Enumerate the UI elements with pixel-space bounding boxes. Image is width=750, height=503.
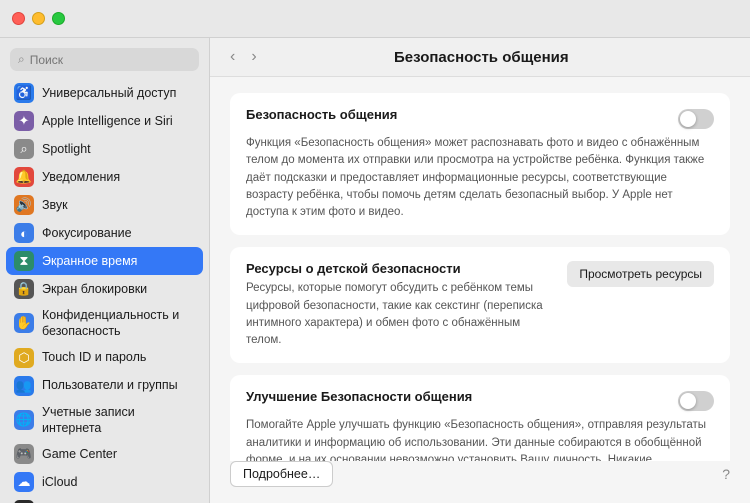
users-icon: 👥	[14, 376, 34, 396]
lock-screen-label: Экран блокировки	[42, 281, 147, 297]
sidebar-item-sound[interactable]: 🔊 Звук	[6, 191, 203, 219]
sidebar-item-internet-accounts[interactable]: 🌐 Учетные записи интернета	[6, 400, 203, 441]
privacy-label: Конфиденциальность и безопасность	[42, 307, 195, 340]
sidebar-item-notifications[interactable]: 🔔 Уведомления	[6, 163, 203, 191]
child-safety-resources-title: Ресурсы о детской безопасности	[246, 261, 555, 276]
search-icon: ⌕	[18, 52, 25, 67]
sidebar-item-privacy[interactable]: ✋ Конфиденциальность и безопасность	[6, 303, 203, 344]
minimize-button[interactable]	[32, 12, 45, 25]
search-input[interactable]	[30, 53, 191, 67]
apple-intelligence-icon: ✦	[14, 111, 34, 131]
lock-screen-icon: 🔒	[14, 279, 34, 299]
improve-communication-safety-title: Улучшение Безопасности общения	[246, 389, 472, 404]
sidebar-list: ♿ Универсальный доступ ✦ Apple Intelligence…	[0, 79, 209, 503]
help-icon[interactable]: ?	[722, 466, 730, 482]
privacy-icon: ✋	[14, 313, 34, 333]
sidebar-item-users[interactable]: 👥 Пользователи и группы	[6, 372, 203, 400]
game-center-label: Game Center	[42, 446, 117, 462]
child-safety-resources-button[interactable]: Просмотреть ресурсы	[567, 261, 714, 287]
improve-communication-safety-header: Улучшение Безопасности общения	[246, 389, 714, 411]
icloud-icon: ☁	[14, 472, 34, 492]
notifications-label: Уведомления	[42, 169, 120, 185]
universal-access-icon: ♿	[14, 83, 34, 103]
sidebar-item-universal-access[interactable]: ♿ Универсальный доступ	[6, 79, 203, 107]
notifications-icon: 🔔	[14, 167, 34, 187]
universal-access-label: Универсальный доступ	[42, 85, 176, 101]
spotlight-label: Spotlight	[42, 141, 91, 157]
internet-accounts-label: Учетные записи интернета	[42, 404, 195, 437]
back-button[interactable]: ‹	[226, 46, 239, 68]
sidebar-item-icloud[interactable]: ☁ iCloud	[6, 468, 203, 496]
card-communication-safety: Безопасность общения Функция «Безопасност…	[230, 93, 730, 235]
forward-button[interactable]: ›	[247, 46, 260, 68]
sidebar-item-wallet[interactable]: 💳Wallet и Apple Pay	[6, 496, 203, 503]
titlebar	[0, 0, 750, 38]
touch-id-icon: ⬡	[14, 348, 34, 368]
sidebar-item-apple-intelligence[interactable]: ✦ Apple Intelligence и Siri	[6, 107, 203, 135]
game-center-icon: 🎮	[14, 444, 34, 464]
improve-communication-safety-body: Помогайте Apple улучшать функцию «Безопа…	[246, 417, 714, 461]
sidebar-item-spotlight[interactable]: ⌕ Spotlight	[6, 135, 203, 163]
card-improve-communication-safety: Улучшение Безопасности общения Помогайте …	[230, 375, 730, 461]
screen-time-label: Экранное время	[42, 253, 137, 269]
screen-time-icon: ⧗	[14, 251, 34, 271]
sidebar-item-touch-id[interactable]: ⬡ Touch ID и пароль	[6, 344, 203, 372]
sidebar-item-lock-screen[interactable]: 🔒 Экран блокировки	[6, 275, 203, 303]
child-safety-resources-text-area: Ресурсы о детской безопасности Ресурсы, к…	[246, 261, 555, 349]
traffic-lights	[12, 12, 65, 25]
touch-id-label: Touch ID и пароль	[42, 349, 146, 365]
page-title: Безопасность общения	[269, 49, 694, 66]
communication-safety-title: Безопасность общения	[246, 107, 397, 122]
sidebar-item-game-center[interactable]: 🎮 Game Center	[6, 440, 203, 468]
main-layout: ⌕ ♿ Универсальный доступ ✦ Apple Intelligen…	[0, 38, 750, 503]
apple-intelligence-label: Apple Intelligence и Siri	[42, 113, 173, 129]
sound-label: Звук	[42, 197, 68, 213]
sidebar-item-screen-time[interactable]: ⧗ Экранное время	[6, 247, 203, 275]
users-label: Пользователи и группы	[42, 377, 178, 393]
maximize-button[interactable]	[52, 12, 65, 25]
close-button[interactable]	[12, 12, 25, 25]
communication-safety-header: Безопасность общения	[246, 107, 714, 129]
spotlight-icon: ⌕	[14, 139, 34, 159]
content-area: ‹ › Безопасность общения Безопасность об…	[210, 38, 750, 503]
communication-safety-toggle[interactable]	[678, 109, 714, 129]
focus-label: Фокусирование	[42, 225, 132, 241]
sound-icon: 🔊	[14, 195, 34, 215]
search-bar[interactable]: ⌕	[10, 48, 199, 71]
internet-accounts-icon: 🌐	[14, 410, 34, 430]
card-child-safety-resources: Ресурсы о детской безопасности Ресурсы, к…	[230, 247, 730, 363]
focus-icon: ◐	[14, 223, 34, 243]
icloud-label: iCloud	[42, 474, 77, 490]
content-body: Безопасность общения Функция «Безопасност…	[210, 77, 750, 461]
bottom-actions: Подробнее… ?	[210, 461, 750, 503]
details-button[interactable]: Подробнее…	[230, 461, 333, 487]
improve-communication-safety-toggle[interactable]	[678, 391, 714, 411]
child-safety-resources-body: Ресурсы, которые помогут обсудить с ребё…	[246, 280, 555, 349]
content-header: ‹ › Безопасность общения	[210, 38, 750, 77]
sidebar: ⌕ ♿ Универсальный доступ ✦ Apple Intelligen…	[0, 38, 210, 503]
sidebar-item-focus[interactable]: ◐ Фокусирование	[6, 219, 203, 247]
communication-safety-body: Функция «Безопасность общения» может рас…	[246, 135, 714, 221]
